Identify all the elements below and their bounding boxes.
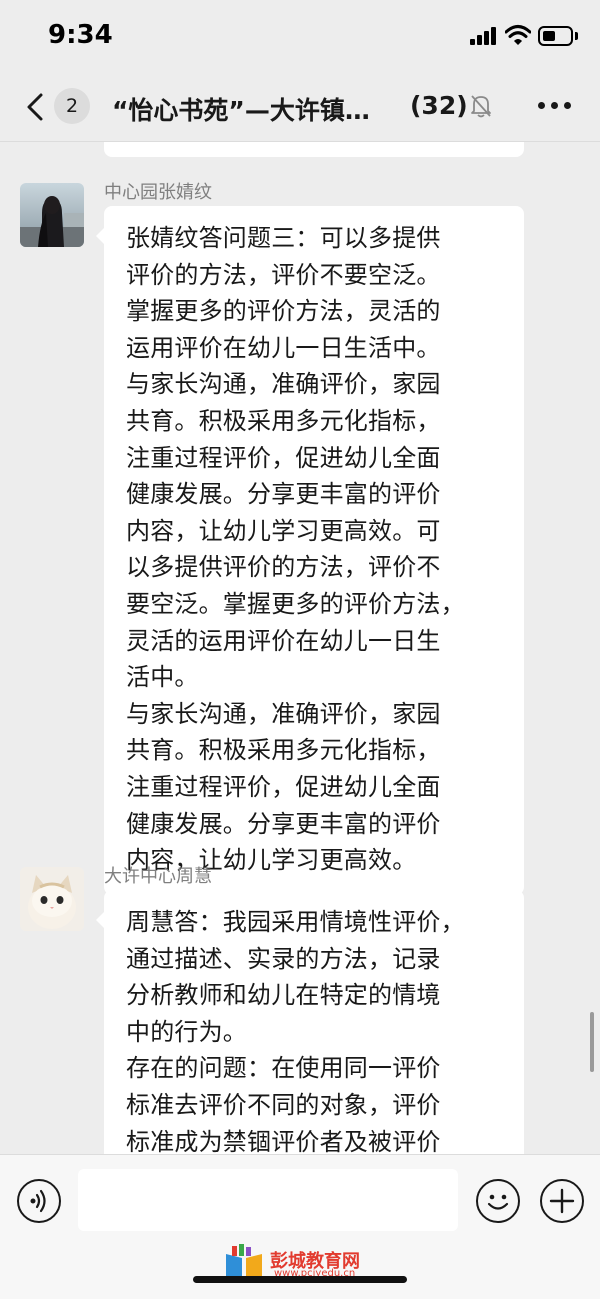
- sender-name: 中心园张婧纹: [104, 182, 212, 203]
- voice-icon: [30, 1189, 46, 1213]
- chat-header: 2 “怡心书苑”—大许镇… (32): [0, 72, 600, 142]
- message-input[interactable]: [78, 1169, 458, 1231]
- message-text: 周慧答：我园采用情境性评价， 通过描述、实录的方法，记录 分析教师和幼儿在特定的…: [126, 908, 465, 1154]
- status-time: 9:34: [48, 20, 113, 50]
- emoji-icon: [487, 1194, 509, 1210]
- home-indicator[interactable]: [193, 1276, 407, 1283]
- battery-icon: [538, 26, 578, 46]
- message-bubble[interactable]: 张婧纹答问题三：可以多提供 评价的方法，评价不要空泛。 掌握更多的评价方法，灵活…: [96, 206, 524, 895]
- message-bubble[interactable]: 周慧答：我园采用情境性评价， 通过描述、实录的方法，记录 分析教师和幼儿在特定的…: [96, 890, 524, 1154]
- wifi-icon: [505, 25, 531, 45]
- avatar[interactable]: [20, 867, 84, 931]
- back-icon[interactable]: [24, 92, 46, 122]
- status-bar: 9:34: [0, 0, 600, 72]
- plus-button[interactable]: [540, 1179, 584, 1223]
- voice-button[interactable]: [17, 1179, 61, 1223]
- unread-badge[interactable]: 2: [54, 88, 90, 124]
- scrollbar[interactable]: [590, 1012, 594, 1072]
- message-text: 张婧纹答问题三：可以多提供 评价的方法，评价不要空泛。 掌握更多的评价方法，灵活…: [126, 224, 465, 875]
- previous-message-bubble: [104, 142, 524, 157]
- chat-messages[interactable]: 中心园张婧纹 张婧纹答问题三：可以多提供 评价的方法，评价不要空泛。 掌握更多的…: [0, 142, 600, 1154]
- signal-icon: [470, 27, 498, 45]
- avatar[interactable]: [20, 183, 84, 247]
- member-count: (32): [410, 91, 468, 120]
- more-icon[interactable]: [538, 102, 572, 110]
- chat-title[interactable]: “怡心书苑”—大许镇…: [112, 91, 370, 127]
- emoji-button[interactable]: [476, 1179, 520, 1223]
- mute-icon: [471, 95, 491, 118]
- plus-icon: [549, 1188, 575, 1214]
- sender-name: 大许中心周慧: [104, 866, 212, 887]
